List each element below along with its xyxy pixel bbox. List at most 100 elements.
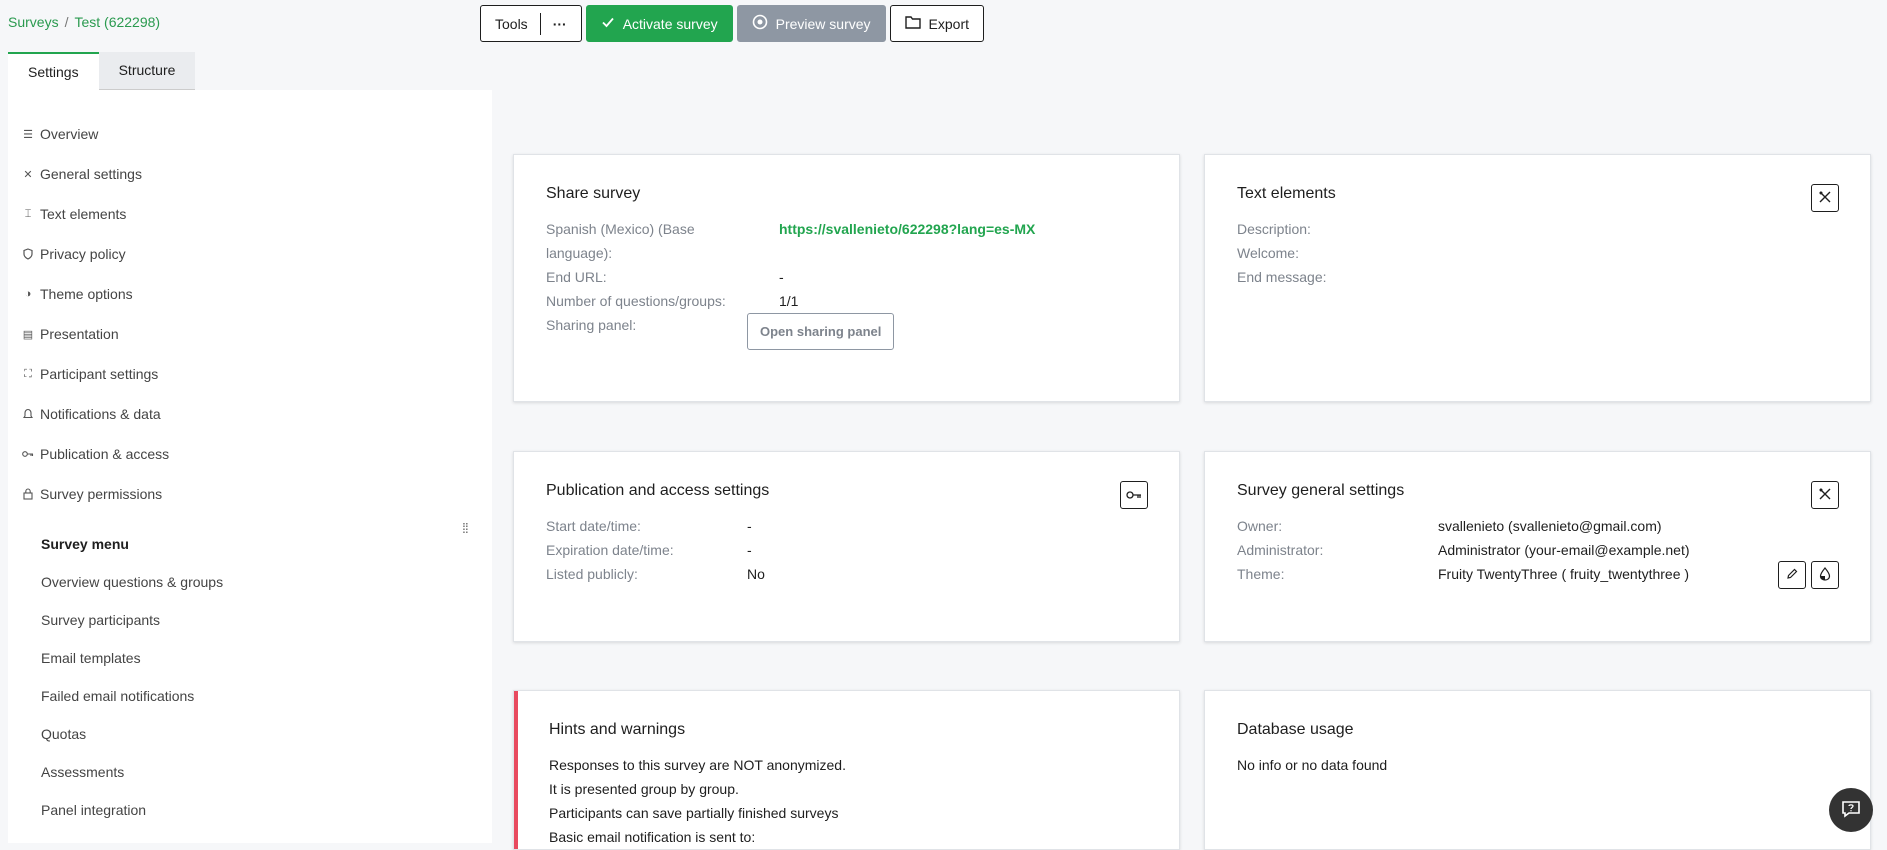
sidebar-item-general-settings[interactable]: ✕ General settings [22,166,142,182]
tab-settings[interactable]: Settings [8,52,99,91]
description-label: Description: [1237,221,1311,237]
text-icon: ⌶ [24,207,32,220]
tools-divider [539,12,541,35]
administrator-label: Administrator: [1237,542,1324,558]
theme-value: Fruity TwentyThree ( fruity_twentythree … [1438,566,1690,582]
text-elements-card: Text elements Description: Welcome: End … [1204,154,1871,402]
hints-warnings-card: Hints and warnings Responses to this sur… [513,690,1180,850]
export-button[interactable]: Export [889,5,985,42]
expiration-date-row: Expiration date/time: - [546,538,1146,562]
pencil-icon [1786,568,1798,583]
menu-item-survey-participants[interactable]: Survey participants [41,612,160,628]
end-url-row: End URL: - [546,265,1146,289]
expiration-date-value: - [747,542,752,558]
sidebar-item-survey-permissions[interactable]: Survey permissions [22,486,162,502]
preview-survey-label: Preview survey [775,15,871,32]
sidebar-item-theme-options[interactable]: ◑ Theme options [22,286,133,302]
folder-icon [904,15,921,32]
check-icon [601,15,615,32]
export-label: Export [928,15,970,32]
share-survey-url-link[interactable]: https://svallenieto/622298?lang=es-MX [779,217,1035,241]
theme-icon: ◑ [24,288,32,300]
database-usage-card: Database usage No info or no data found [1204,690,1871,850]
hint-line: Responses to this survey are NOT anonymi… [549,757,846,773]
chat-icon [1841,800,1861,821]
listed-publicly-label: Listed publicly: [546,566,638,582]
publication-access-title: Publication and access settings [546,482,770,499]
sharing-panel-row: Sharing panel: [546,313,746,337]
tools-button[interactable]: Tools ··· [480,5,582,42]
questions-value: 1/1 [779,293,799,309]
theme-row: Theme: Fruity TwentyThree ( fruity_twent… [1237,562,1777,586]
listed-publicly-row: Listed publicly: No [546,562,1146,586]
questions-row: Number of questions/groups: 1/1 [546,289,1146,313]
sidebar-item-label: Participant settings [40,366,159,382]
sidebar-item-overview[interactable]: ☰ Overview [22,126,98,142]
listed-publicly-value: No [747,566,765,582]
end-message-label: End message: [1237,269,1327,285]
theme-options-button[interactable] [1811,561,1839,589]
sidebar-item-publication-access[interactable]: Publication & access [22,446,169,462]
tools-icon [1818,190,1832,207]
presentation-icon: ▤ [22,328,34,341]
owner-row: Owner: svallenieto (svallenieto@gmail.co… [1237,514,1837,538]
sidebar-item-presentation[interactable]: ▤ Presentation [22,326,119,342]
start-date-label: Start date/time: [546,518,641,534]
share-survey-title: Share survey [546,185,641,202]
drag-handle-icon[interactable]: ⁞⁞ [462,520,469,536]
survey-toolbar: Tools ··· Activate survey Preview survey… [480,5,985,42]
questions-label: Number of questions/groups: [546,293,726,309]
owner-label: Owner: [1237,518,1283,534]
tools-label: Tools [495,15,528,32]
sidebar-item-label: Theme options [40,286,133,302]
share-lang-label-2: language): [546,245,613,261]
sidebar-item-label: Privacy policy [40,246,126,262]
tools-icon [1818,487,1832,504]
share-lang-row: Spanish (Mexico) (Base language): https:… [546,217,1146,265]
settings-tabs: Settings Structure [8,52,196,91]
overview-icon: ☰ [23,128,33,141]
key-icon [1126,488,1142,503]
menu-item-email-templates[interactable]: Email templates [41,650,141,666]
survey-general-settings-card: Survey general settings Owner: svallenie… [1204,451,1871,642]
open-sharing-panel-button[interactable]: Open sharing panel [747,313,895,350]
expiration-date-label: Expiration date/time: [546,542,674,558]
menu-item-failed-email[interactable]: Failed email notifications [41,688,194,704]
edit-theme-button[interactable] [1778,561,1806,589]
sidebar-item-notifications-data[interactable]: Notifications & data [22,406,161,422]
theme-label: Theme: [1237,566,1285,582]
share-survey-card: Share survey Spanish (Mexico) (Base lang… [513,154,1180,402]
tab-structure[interactable]: Structure [98,52,196,91]
sidebar-item-label: Presentation [40,326,119,342]
preview-survey-button[interactable]: Preview survey [736,5,886,42]
share-lang-label-1: Spanish (Mexico) (Base [546,221,695,237]
sidebar-item-label: Survey permissions [40,486,163,502]
welcome-label: Welcome: [1237,245,1299,261]
lock-icon [22,488,34,500]
breadcrumb-current-link[interactable]: Test (622298) [74,14,160,30]
shield-icon [22,248,34,260]
more-icon[interactable]: ··· [553,16,567,32]
activate-survey-label: Activate survey [622,15,718,32]
sharing-panel-label: Sharing panel: [546,317,637,333]
sidebar-item-label: General settings [40,166,142,182]
activate-survey-button[interactable]: Activate survey [585,5,733,42]
sidebar-item-label: Notifications & data [40,406,161,422]
edit-text-elements-button[interactable] [1811,184,1839,212]
menu-item-panel-integration[interactable]: Panel integration [41,802,146,818]
menu-item-assessments[interactable]: Assessments [41,764,124,780]
eye-icon [752,14,768,33]
edit-publication-button[interactable] [1120,481,1148,509]
edit-general-settings-button[interactable] [1811,481,1839,509]
key-icon [22,448,34,460]
sidebar-item-participant-settings[interactable]: ⛶ Participant settings [22,366,158,382]
participant-icon: ⛶ [24,367,32,380]
menu-item-overview-questions[interactable]: Overview questions & groups [41,574,223,590]
start-date-value: - [747,518,752,534]
sidebar-item-privacy-policy[interactable]: Privacy policy [22,246,126,262]
sidebar-item-text-elements[interactable]: ⌶ Text elements [22,206,127,222]
breadcrumb-surveys-link[interactable]: Surveys [8,14,59,30]
menu-item-quotas[interactable]: Quotas [41,726,86,742]
database-usage-title: Database usage [1237,721,1354,738]
help-chat-button[interactable] [1829,788,1873,832]
